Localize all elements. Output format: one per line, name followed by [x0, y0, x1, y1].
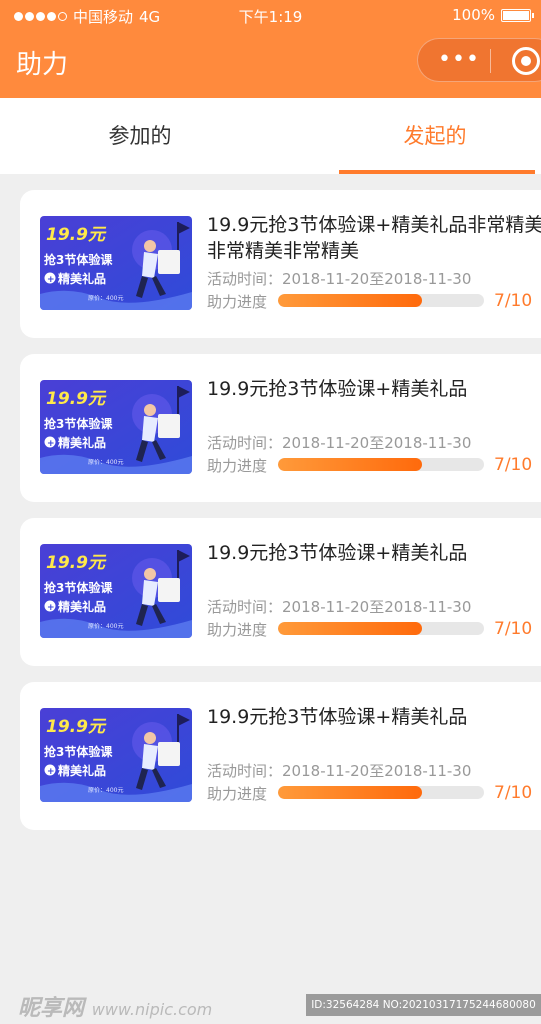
watermark-id: ID:32564284 NO:20210317175244680080: [306, 994, 541, 1016]
tab-joined-label: 参加的: [108, 124, 172, 148]
assist-card[interactable]: 19.9元 抢3节体验课 + 精美礼品 原价：400元 19.9元抢3节体验课+…: [20, 354, 541, 502]
svg-text:精美礼品: 精美礼品: [58, 599, 106, 614]
svg-text:精美礼品: 精美礼品: [58, 435, 106, 450]
page-title: 助力: [16, 50, 69, 80]
battery-icon: [501, 9, 534, 22]
progress-count: 7/10: [494, 455, 533, 475]
activity-time: 活动时间：2018-11-20至2018-11-30: [207, 598, 472, 616]
progress-count: 7/10: [494, 783, 533, 803]
course-thumbnail: 19.9元 抢3节体验课 + 精美礼品 原价：400元: [40, 544, 192, 638]
svg-text:抢3节体验课: 抢3节体验课: [44, 416, 113, 431]
nav-bar: 助力 •••: [0, 30, 541, 98]
progress-bar: [278, 458, 484, 471]
activity-time: 活动时间：2018-11-20至2018-11-30: [207, 270, 472, 288]
tab-bar: 参加的 发起的: [0, 98, 541, 174]
progress-label: 助力进度: [207, 457, 268, 475]
svg-text:原价：400元: 原价：400元: [88, 459, 123, 466]
activity-time: 活动时间：2018-11-20至2018-11-30: [207, 434, 472, 452]
svg-text:原价：400元: 原价：400元: [88, 787, 123, 794]
svg-text:19.9元: 19.9元: [46, 717, 107, 737]
svg-text:原价：400元: 原价：400元: [88, 623, 123, 630]
progress-count: 7/10: [494, 619, 533, 639]
status-bar: 中国移动 4G 下午1:19 100%: [0, 0, 541, 30]
assist-card[interactable]: 19.9元 抢3节体验课 + 精美礼品 原价：400元 19.9元抢3节体验课+…: [20, 518, 541, 666]
card-title: 19.9元抢3节体验课+精美礼品非常精美非常精美非常精美: [207, 214, 541, 262]
close-miniprogram-icon[interactable]: [512, 47, 540, 75]
svg-text:精美礼品: 精美礼品: [58, 763, 106, 778]
activity-time: 活动时间：2018-11-20至2018-11-30: [207, 762, 472, 780]
svg-text:+: +: [47, 603, 55, 613]
progress-fill: [278, 622, 423, 635]
progress-label: 助力进度: [207, 621, 268, 639]
progress-label: 助力进度: [207, 293, 268, 311]
progress-label: 助力进度: [207, 785, 268, 803]
svg-text:+: +: [47, 275, 55, 285]
progress-fill: [278, 786, 423, 799]
watermark-brand: 昵享网 www.nipic.com: [18, 996, 213, 1021]
more-icon[interactable]: •••: [438, 49, 480, 71]
capsule-divider: [490, 49, 491, 73]
svg-text:抢3节体验课: 抢3节体验课: [44, 580, 113, 595]
course-thumbnail: 19.9元 抢3节体验课 + 精美礼品 原价：400元: [40, 708, 192, 802]
progress-bar: [278, 786, 484, 799]
assist-card[interactable]: 19.9元 抢3节体验课 + 精美礼品 原价：400元 19.9元抢3节体验课+…: [20, 682, 541, 830]
assist-card[interactable]: 19.9元 抢3节体验课 + 精美礼品 原价：400元 19.9元抢3节体验课+…: [20, 190, 541, 338]
active-tab-indicator: [339, 170, 535, 174]
miniprogram-capsule: •••: [417, 38, 541, 82]
svg-text:19.9元: 19.9元: [46, 389, 107, 409]
progress-bar: [278, 622, 484, 635]
svg-text:19.9元: 19.9元: [46, 225, 107, 245]
svg-text:+: +: [47, 439, 55, 449]
course-thumbnail: 19.9元 抢3节体验课 + 精美礼品 原价：400元: [40, 380, 192, 474]
svg-text:精美礼品: 精美礼品: [58, 271, 106, 286]
progress-fill: [278, 458, 423, 471]
tab-initiated-label: 发起的: [403, 124, 467, 148]
svg-text:+: +: [47, 767, 55, 777]
progress-fill: [278, 294, 423, 307]
card-title: 19.9元抢3节体验课+精美礼品: [207, 542, 468, 564]
svg-text:原价：400元: 原价：400元: [88, 295, 123, 302]
card-title: 19.9元抢3节体验课+精美礼品: [207, 706, 468, 728]
svg-text:19.9元: 19.9元: [46, 553, 107, 573]
battery-label: 100%: [452, 6, 495, 24]
tab-joined[interactable]: 参加的: [40, 98, 240, 174]
progress-bar: [278, 294, 484, 307]
svg-text:抢3节体验课: 抢3节体验课: [44, 744, 113, 759]
tab-initiated[interactable]: 发起的: [335, 98, 535, 174]
svg-text:抢3节体验课: 抢3节体验课: [44, 252, 113, 267]
card-title: 19.9元抢3节体验课+精美礼品: [207, 378, 468, 400]
course-thumbnail: 19.9元 抢3节体验课 + 精美礼品 原价：400元: [40, 216, 192, 310]
progress-count: 7/10: [494, 291, 533, 311]
